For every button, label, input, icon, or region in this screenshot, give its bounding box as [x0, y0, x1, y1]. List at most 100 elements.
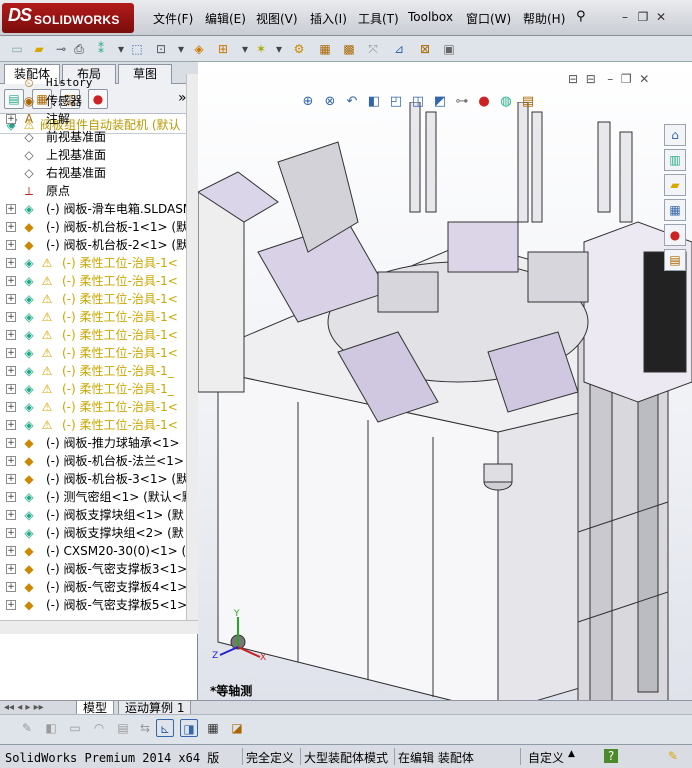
display-style-icon[interactable]: ◩	[430, 92, 450, 112]
view-palette-icon[interactable]: ▦	[664, 199, 686, 221]
fillet-icon[interactable]: ◠	[90, 719, 108, 737]
view-orientation-icon[interactable]: ◫	[408, 92, 428, 112]
pushpin-icon[interactable]: ⊸	[52, 40, 70, 58]
chevron-down-icon[interactable]: ▾	[172, 40, 190, 58]
open-folder-icon[interactable]: ▰	[30, 40, 48, 58]
options-gear-icon[interactable]: ⚙	[290, 40, 308, 58]
table-icon[interactable]: ▦	[204, 719, 222, 737]
tree-item[interactable]: + ◆ (-) 阀板-推力球轴承<1>	[0, 434, 186, 452]
expand-toggle-icon[interactable]: +	[6, 528, 16, 538]
tree-item[interactable]: ◇ 上视基准面	[0, 146, 186, 164]
expand-toggle-icon[interactable]: +	[6, 240, 16, 250]
menu-toolbox[interactable]: Toolbox	[408, 10, 453, 24]
tile2-icon[interactable]: ⊟	[586, 72, 596, 86]
expand-toggle-icon[interactable]: +	[6, 294, 16, 304]
close-icon[interactable]: ✕	[639, 72, 649, 86]
tree-item[interactable]: ⟂ 原点	[0, 182, 186, 200]
tree-item[interactable]: + ◈ ⚠ (-) 柔性工位-治具-1<	[0, 398, 186, 416]
smart-dimension-icon[interactable]: ⊾	[156, 719, 174, 737]
tree-item[interactable]: + ◈ (-) 阀板支撑块组<1> (默	[0, 506, 186, 524]
tree-item[interactable]: + A 注解	[0, 110, 186, 128]
help-icon[interactable]: ?	[604, 749, 619, 763]
menu-file[interactable]: 文件(F)	[153, 10, 193, 27]
restore-icon[interactable]: ❐	[621, 72, 632, 86]
rebuild-icon[interactable]: ⁑	[92, 40, 110, 58]
expand-toggle-icon[interactable]: +	[6, 546, 16, 556]
tab-motion-study[interactable]: 运动算例 1	[118, 701, 192, 715]
tree-item[interactable]: + ◈ (-) 阀板-滑车电箱.SLDASM	[0, 200, 186, 218]
tree-item[interactable]: + ◆ (-) 阀板-机台板-3<1> (默	[0, 470, 186, 488]
restore-icon[interactable]: ❐	[634, 9, 652, 25]
minimize-icon[interactable]: –	[607, 72, 613, 86]
tree-item[interactable]: + ◈ ⚠ (-) 柔性工位-治具-1_	[0, 380, 186, 398]
feature-tool-icon[interactable]: ◧	[42, 719, 60, 737]
tile-icon[interactable]: ⊟	[568, 72, 578, 86]
menu-tools[interactable]: 工具(T)	[358, 10, 399, 27]
menu-insert[interactable]: 插入(I)	[310, 10, 347, 27]
interference-icon[interactable]: ⊠	[416, 40, 434, 58]
tree-horizontal-scrollbar[interactable]	[0, 620, 198, 634]
appearance-icon[interactable]: ●	[474, 92, 494, 112]
extrude-icon[interactable]: ▭	[66, 719, 84, 737]
component-icon[interactable]: ◈	[190, 40, 208, 58]
expand-toggle-icon[interactable]: +	[6, 366, 16, 376]
expand-toggle-icon[interactable]: +	[6, 330, 16, 340]
tree-item[interactable]: ◉ 传感器	[0, 92, 186, 110]
shaded-view-icon[interactable]: ◨	[180, 719, 198, 737]
tree-item[interactable]: + ◆ (-) 阀板-气密支撑板5<1>	[0, 596, 186, 614]
appearances-icon[interactable]: ●	[664, 224, 686, 246]
expand-toggle-icon[interactable]: +	[6, 204, 16, 214]
mate-icon[interactable]: ⊞	[214, 40, 232, 58]
smart-fastener-icon[interactable]: ✶	[252, 40, 270, 58]
exploded-view-icon[interactable]: ▩	[340, 40, 358, 58]
tree-item[interactable]: + ◈ ⚠ (-) 柔性工位-治具-1<	[0, 272, 186, 290]
expand-toggle-icon[interactable]: +	[6, 312, 16, 322]
graphics-viewport[interactable]: ⊟ ⊟ – ❐ ✕ Y X Z *等轴测	[198, 62, 692, 702]
tree-item[interactable]: + ◆ (-) CXSM20-30(0)<1> (默	[0, 542, 186, 560]
tree-item[interactable]: + ◈ ⚠ (-) 柔性工位-治具-1<	[0, 254, 186, 272]
close-icon[interactable]: ✕	[652, 9, 670, 25]
zoom-to-area-icon[interactable]: ⊗	[320, 92, 340, 112]
expand-toggle-icon[interactable]: +	[6, 492, 16, 502]
print-icon[interactable]: ⎙	[70, 40, 88, 58]
notification-icon[interactable]: ✎	[668, 749, 678, 763]
expand-toggle-icon[interactable]: +	[6, 276, 16, 286]
tree-item[interactable]: + ◈ (-) 阀板支撑块组<2> (默	[0, 524, 186, 542]
select-icon[interactable]: ⬚	[128, 40, 146, 58]
expand-toggle-icon[interactable]: +	[6, 114, 16, 124]
expand-toggle-icon[interactable]: +	[6, 582, 16, 592]
tree-item[interactable]: + ◆ (-) 阀板-机台板-法兰<1>	[0, 452, 186, 470]
measure-icon[interactable]: ⊿	[390, 40, 408, 58]
expand-toggle-icon[interactable]: +	[6, 402, 16, 412]
resources-icon[interactable]: ⌂	[664, 124, 686, 146]
units-selector[interactable]: 自定义	[528, 749, 564, 766]
move-component-icon[interactable]: ⤧	[364, 40, 382, 58]
tree-item[interactable]: + ◈ ⚠ (-) 柔性工位-治具-1<	[0, 416, 186, 434]
solidworks-logo[interactable]: DS SOLIDWORKS	[2, 3, 134, 33]
expand-toggle-icon[interactable]: +	[6, 600, 16, 610]
pattern-icon[interactable]: ▤	[114, 719, 132, 737]
minimize-icon[interactable]: –	[616, 9, 634, 25]
tree-item[interactable]: + ◈ ⚠ (-) 柔性工位-治具-1<	[0, 308, 186, 326]
sketch-tool-icon[interactable]: ✎	[18, 719, 36, 737]
hide-show-icon[interactable]: ⊶	[452, 92, 472, 112]
menu-window[interactable]: 窗口(W)	[466, 10, 511, 27]
zoom-to-fit-icon[interactable]: ⊕	[298, 92, 318, 112]
menu-help[interactable]: 帮助(H)	[523, 10, 565, 27]
tree-item[interactable]: + ◈ (-) 测气密组<1> (默认<默	[0, 488, 186, 506]
expand-toggle-icon[interactable]: +	[6, 420, 16, 430]
tree-item[interactable]: + ◆ (-) 阀板-机台板-1<1> (默	[0, 218, 186, 236]
tree-item[interactable]: ◇ 右视基准面	[0, 164, 186, 182]
mirror-icon[interactable]: ⇆	[136, 719, 154, 737]
tree-item[interactable]: ⏲ History	[0, 74, 186, 92]
previous-view-icon[interactable]: ↶	[342, 92, 362, 112]
tree-item[interactable]: + ◈ ⚠ (-) 柔性工位-治具-1_	[0, 362, 186, 380]
units-dropdown-icon[interactable]: ▲	[568, 749, 575, 759]
section-view-icon[interactable]: ◧	[364, 92, 384, 112]
custom-properties-icon[interactable]: ▤	[664, 249, 686, 271]
menu-edit[interactable]: 编辑(E)	[205, 10, 246, 27]
tree-item[interactable]: + ◈ ⚠ (-) 柔性工位-治具-1<	[0, 326, 186, 344]
tree-item[interactable]: + ◈ ⚠ (-) 柔性工位-治具-1<	[0, 344, 186, 362]
view-settings-icon[interactable]: ▤	[518, 92, 538, 112]
expand-toggle-icon[interactable]: +	[6, 384, 16, 394]
